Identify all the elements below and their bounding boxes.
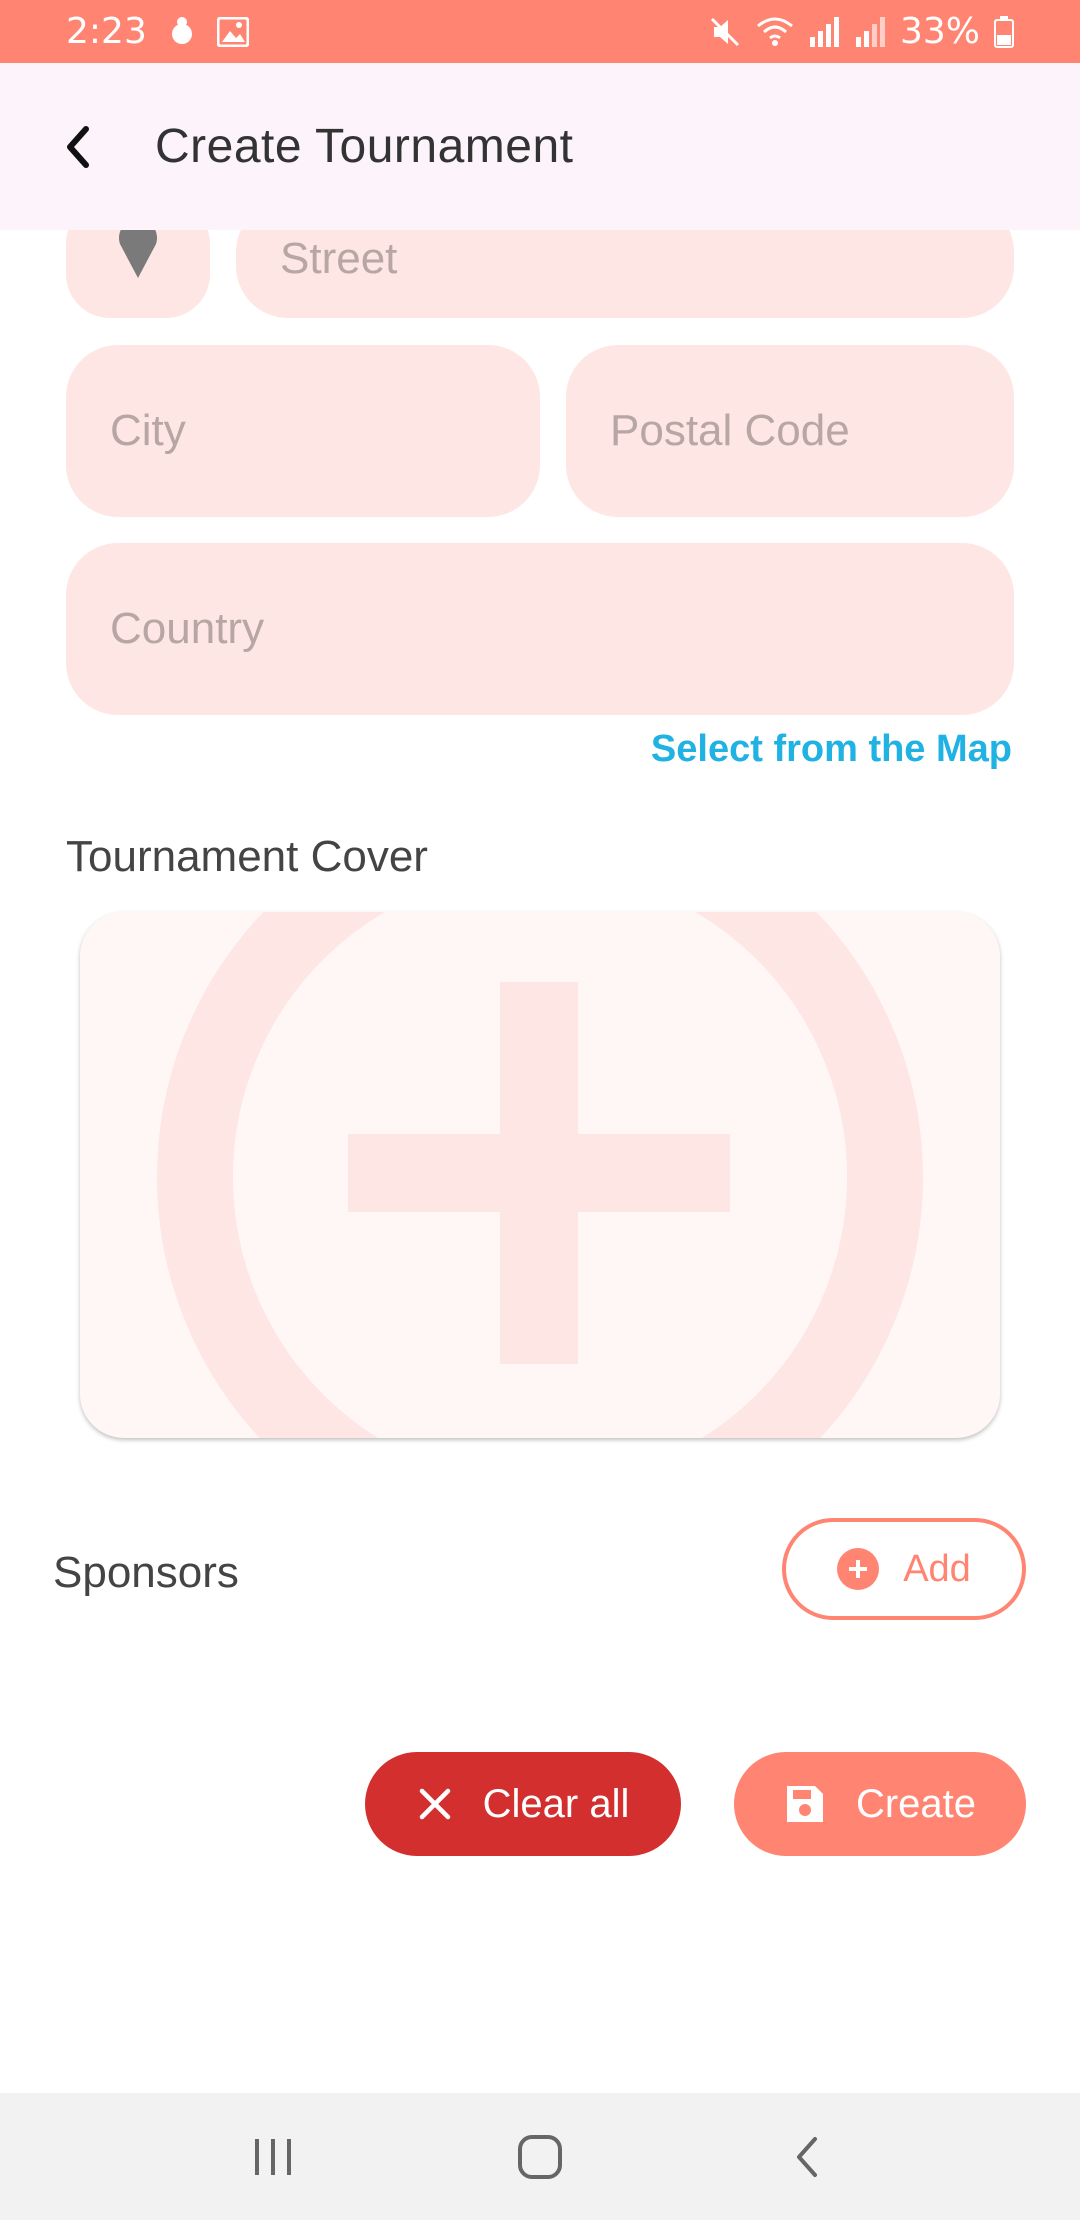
chevron-left-icon [67,125,89,168]
postal-code-input[interactable] [610,345,1014,517]
tournament-cover-picker[interactable] [80,912,1000,1438]
status-time: 2:23 [66,11,147,52]
close-icon [419,1788,450,1820]
page-title: Create Tournament [155,120,574,173]
city-input[interactable] [110,345,540,517]
clear-all-label: Clear all [482,1781,630,1826]
save-icon [786,1786,823,1822]
back-button[interactable] [38,107,118,187]
create-button[interactable]: Create [734,1752,1026,1856]
app-bar: Create Tournament [0,63,1080,230]
city-field[interactable] [66,345,540,517]
notification-icon [167,16,197,48]
add-circle-icon [157,912,923,1438]
status-bar: 2:23 33% [0,0,1080,63]
country-field[interactable] [66,543,1014,715]
recents-button[interactable] [213,2107,333,2207]
battery-icon [994,15,1014,48]
gallery-icon [216,16,249,47]
select-from-map-link[interactable]: Select from the Map [651,728,1012,771]
battery-percent: 33% [899,11,980,52]
add-sponsor-label: Add [903,1547,971,1590]
signal-2-icon [854,15,886,49]
plus-circle-icon [837,1548,880,1590]
back-icon [796,2136,817,2177]
clear-all-button[interactable]: Clear all [365,1752,681,1856]
recents-icon [255,2138,292,2175]
wifi-icon [756,16,794,48]
home-button[interactable] [480,2107,600,2207]
create-label: Create [855,1781,977,1826]
mute-icon [708,15,742,49]
tournament-cover-label: Tournament Cover [66,832,428,881]
signal-icon [808,15,840,49]
home-icon [517,2134,562,2179]
add-sponsor-button[interactable]: Add [782,1518,1026,1620]
country-input[interactable] [110,543,1014,715]
system-nav-bar [0,2093,1080,2220]
sponsors-label: Sponsors [53,1548,239,1597]
postal-code-field[interactable] [566,345,1014,517]
nav-back-button[interactable] [747,2107,867,2207]
